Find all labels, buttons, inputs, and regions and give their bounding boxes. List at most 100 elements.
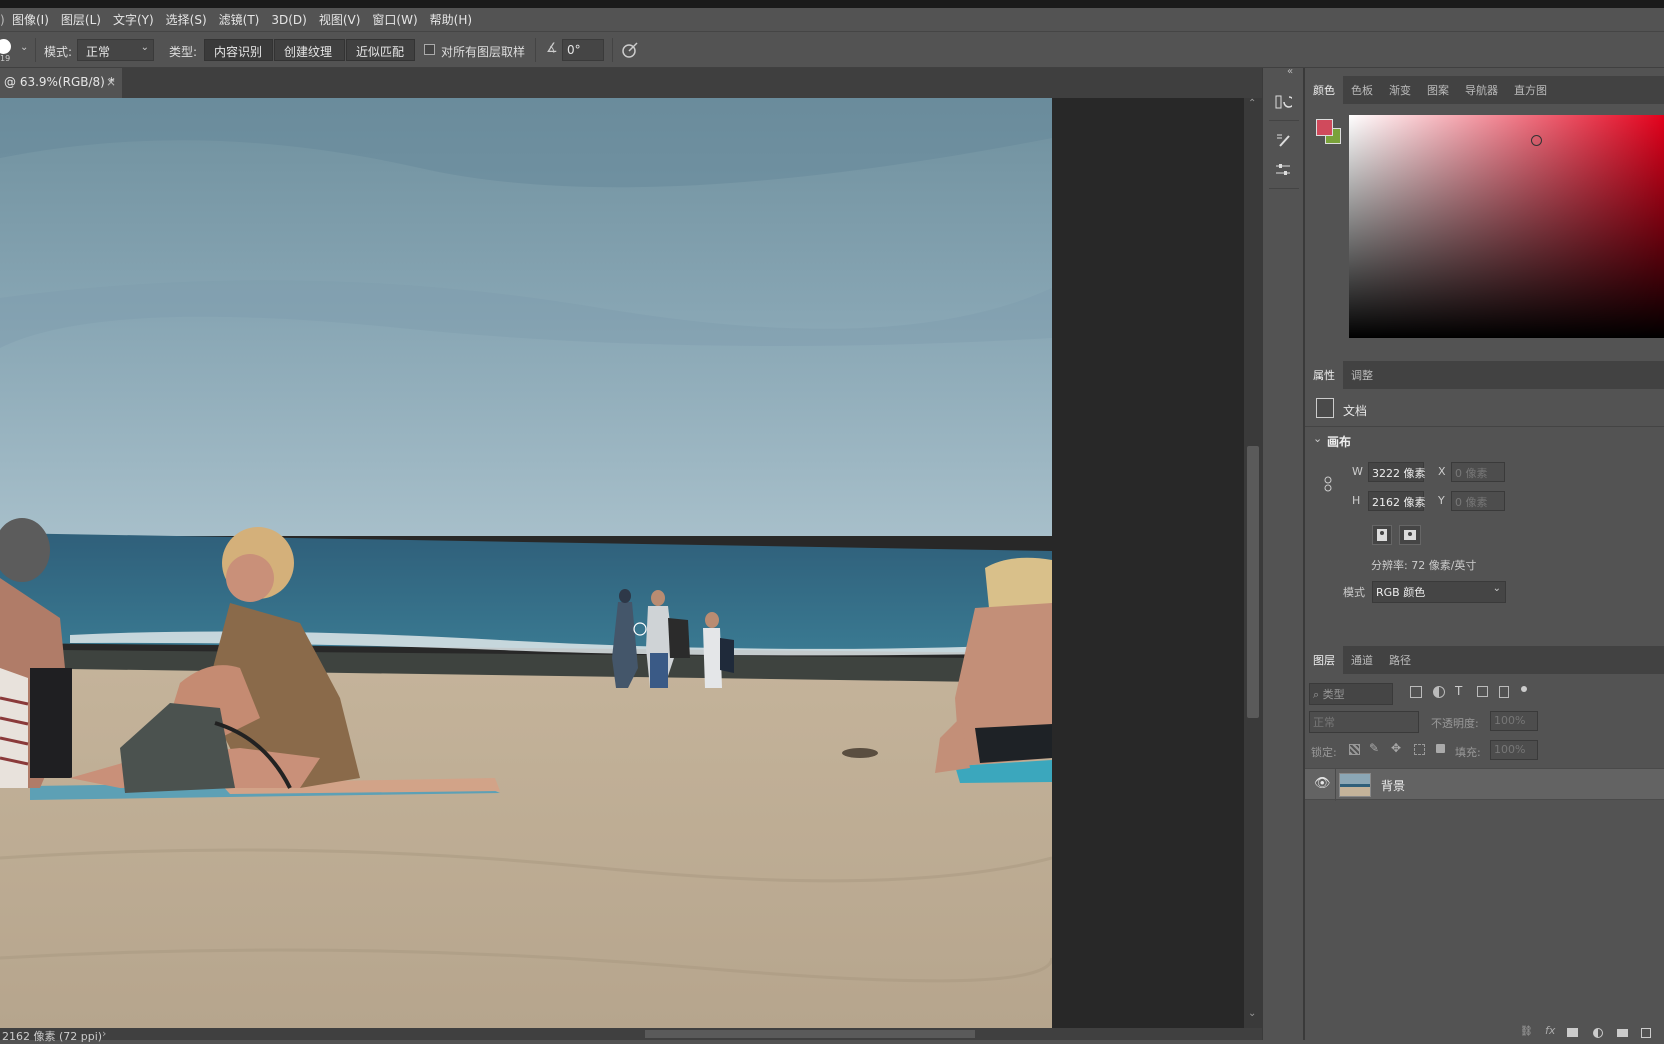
menu-image[interactable]: 图像(I)	[6, 11, 55, 28]
layer-name[interactable]: 背景	[1381, 777, 1405, 794]
add-mask-icon[interactable]	[1567, 1028, 1578, 1037]
layers-panel-tabs: 图层 通道 路径	[1305, 646, 1664, 674]
menu-filter[interactable]: 滤镜(T)	[213, 11, 266, 28]
tab-gradients[interactable]: 渐变	[1381, 76, 1419, 104]
create-texture-button[interactable]: 创建纹理	[274, 39, 345, 61]
document-info: 2162 像素 (72 ppi)	[2, 1030, 103, 1043]
vertical-scrollbar[interactable]: ⌃ ⌄	[1244, 98, 1262, 1028]
chevron-down-icon: ⌄	[1492, 583, 1501, 594]
horizontal-scroll-thumb[interactable]	[645, 1030, 975, 1038]
sample-all-label: 对所有图层取样	[441, 45, 526, 59]
lock-all-icon[interactable]	[1436, 744, 1445, 753]
close-icon[interactable]: ×	[106, 75, 116, 89]
scroll-up-icon[interactable]: ⌃	[1248, 98, 1256, 109]
brush-tip-icon	[0, 39, 11, 54]
canvas-width-input[interactable]: 3222 像素	[1368, 462, 1426, 482]
mode-select[interactable]: 正常 ⌄	[77, 39, 154, 61]
eye-icon[interactable]: 👁	[1314, 776, 1331, 791]
portrait-orientation-button[interactable]	[1372, 525, 1392, 545]
menu-help[interactable]: 帮助(H)	[424, 11, 478, 28]
tab-channels[interactable]: 通道	[1343, 646, 1381, 674]
color-picker-field[interactable]	[1349, 115, 1664, 338]
tab-swatches[interactable]: 色板	[1343, 76, 1381, 104]
brush-settings-icon[interactable]	[1273, 130, 1293, 150]
angle-input[interactable]: 0°	[562, 39, 604, 61]
content-aware-button[interactable]: 内容识别	[204, 39, 273, 61]
filter-toggle-icon[interactable]	[1521, 686, 1527, 692]
y-label: Y	[1438, 494, 1445, 507]
landscape-orientation-button[interactable]	[1399, 525, 1421, 545]
canvas-area[interactable]	[0, 98, 1244, 1028]
collapsed-panel-strip: «	[1262, 66, 1304, 1040]
fill-input[interactable]: 100%	[1490, 740, 1538, 760]
proximity-match-button[interactable]: 近似匹配	[346, 39, 415, 61]
lock-position-icon[interactable]: ✥	[1391, 741, 1401, 755]
adjustments-sliders-icon[interactable]	[1273, 160, 1293, 180]
tab-properties[interactable]: 属性	[1305, 361, 1343, 389]
new-adjustment-layer-icon[interactable]	[1593, 1028, 1603, 1038]
canvas-y-input[interactable]: 0 像素	[1451, 491, 1505, 511]
tab-adjustments[interactable]: 调整	[1343, 361, 1381, 389]
foreground-color-swatch[interactable]	[1316, 119, 1333, 136]
lock-artboard-icon[interactable]	[1414, 744, 1425, 755]
color-picker-marker[interactable]	[1531, 135, 1542, 146]
mode-label: 模式:	[44, 45, 73, 59]
collapse-panels-icon[interactable]: «	[1287, 66, 1293, 77]
filter-pixel-layers-icon[interactable]	[1410, 686, 1422, 698]
canvas-pasteboard	[1052, 98, 1244, 1028]
tab-paths[interactable]: 路径	[1381, 646, 1419, 674]
tab-layers[interactable]: 图层	[1305, 646, 1343, 674]
blend-mode-select[interactable]: 正常	[1309, 711, 1419, 733]
lock-transparency-icon[interactable]	[1349, 744, 1360, 755]
layer-row-background[interactable]: 👁 背景	[1305, 768, 1664, 801]
separator	[35, 38, 36, 62]
color-panel-tabs: 颜色 色板 渐变 图案 导航器 直方图	[1305, 76, 1664, 104]
lock-pixels-icon[interactable]: ✎	[1369, 741, 1379, 755]
x-label: X	[1438, 465, 1446, 478]
filter-shape-layers-icon[interactable]	[1477, 686, 1488, 697]
canvas-section-title: 画布	[1327, 435, 1352, 449]
history-icon[interactable]	[1273, 92, 1293, 112]
menu-3d[interactable]: 3D(D)	[265, 13, 312, 27]
menu-layer[interactable]: 图层(L)	[55, 11, 107, 28]
tab-navigator[interactable]: 导航器	[1457, 76, 1506, 104]
beach-photo[interactable]	[0, 98, 1052, 1028]
layer-style-icon[interactable]: fx	[1545, 1024, 1555, 1037]
menu-select[interactable]: 选择(S)	[160, 11, 213, 28]
link-layers-icon[interactable]: ⛓	[1520, 1026, 1533, 1037]
canvas-height-input[interactable]: 2162 像素	[1368, 491, 1426, 511]
layer-thumbnail	[1339, 773, 1371, 797]
scroll-thumb[interactable]	[1247, 446, 1259, 718]
tab-histogram[interactable]: 直方图	[1506, 76, 1555, 104]
tab-patterns[interactable]: 图案	[1419, 76, 1457, 104]
doc-label: 文档	[1343, 404, 1368, 418]
color-mode-select[interactable]: RGB 颜色 ⌄	[1372, 581, 1506, 603]
resolution-text: 分辨率: 72 像素/英寸	[1371, 559, 1477, 572]
scroll-down-icon[interactable]: ⌄	[1248, 1008, 1256, 1019]
filter-type-layers-icon[interactable]: T	[1455, 684, 1462, 698]
separator	[612, 38, 613, 62]
opacity-input[interactable]: 100%	[1490, 711, 1538, 731]
status-arrow-icon[interactable]: ›	[102, 1027, 106, 1040]
opacity-label: 不透明度:	[1431, 717, 1479, 730]
document-tab[interactable]: @ 63.9%(RGB/8) * ×	[0, 68, 122, 98]
filter-smart-objects-icon[interactable]	[1499, 686, 1509, 698]
chevron-down-icon[interactable]: ⌄	[1313, 432, 1322, 445]
layer-filter-select[interactable]: ⌕ 类型	[1309, 683, 1393, 705]
brush-size-label: 19	[0, 54, 11, 63]
new-layer-icon[interactable]	[1641, 1028, 1651, 1038]
canvas-x-input[interactable]: 0 像素	[1451, 462, 1505, 482]
title-strip	[0, 0, 1664, 8]
chevron-down-icon: ⌄	[140, 42, 149, 53]
menu-window[interactable]: 窗口(W)	[366, 11, 423, 28]
new-group-icon[interactable]	[1617, 1029, 1628, 1037]
menu-type[interactable]: 文字(Y)	[107, 11, 160, 28]
menu-view[interactable]: 视图(V)	[313, 11, 367, 28]
pressure-size-icon[interactable]	[620, 40, 640, 60]
link-dimensions-icon[interactable]	[1322, 476, 1334, 492]
brush-preset-picker[interactable]: 19 ⌄	[0, 36, 30, 64]
search-icon: ⌕	[1313, 688, 1320, 701]
filter-adjustment-layers-icon[interactable]	[1433, 686, 1445, 698]
sample-all-checkbox[interactable]	[424, 44, 435, 55]
tab-color[interactable]: 颜色	[1305, 76, 1343, 104]
